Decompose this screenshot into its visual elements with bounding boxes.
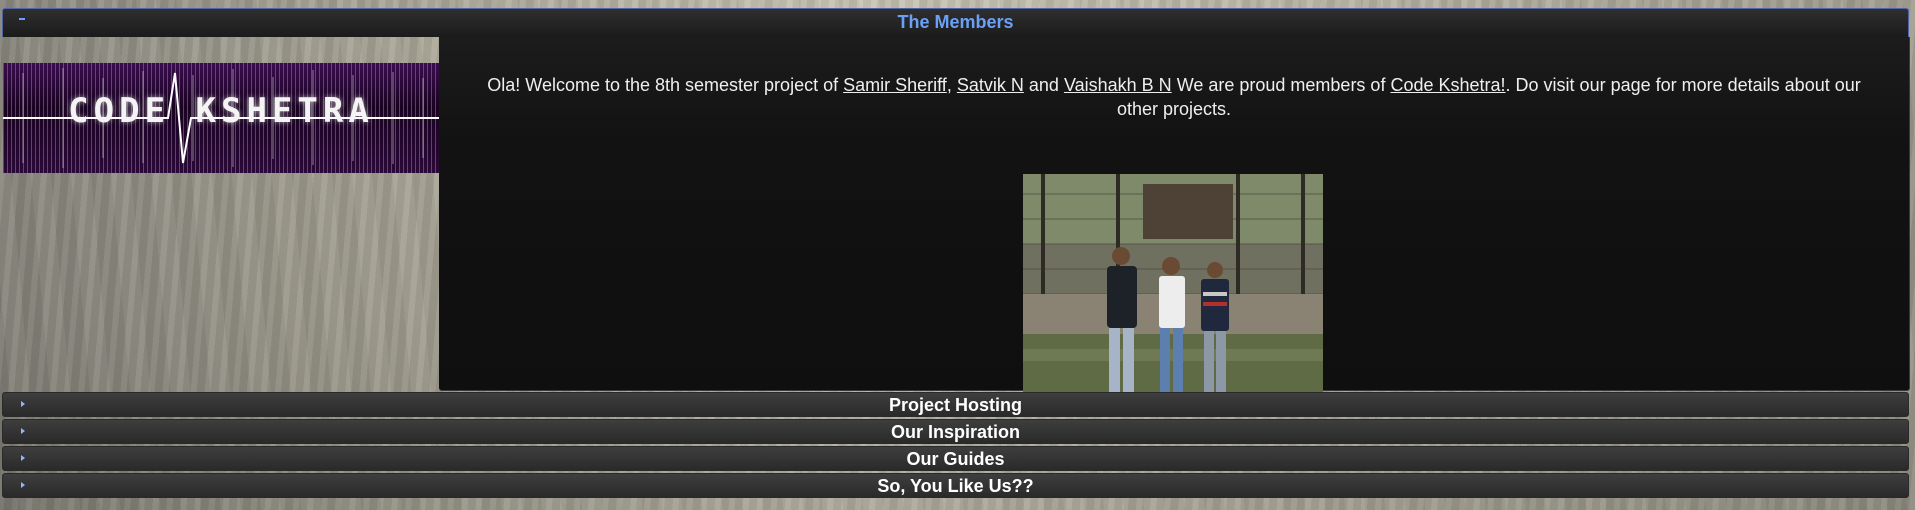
section-title-members: The Members	[897, 12, 1014, 32]
code-kshetra-logo: CODE KSHETRA	[3, 63, 439, 173]
section-header-so-you-like-us[interactable]: So, You Like Us??	[2, 473, 1909, 498]
intro-and: and	[1028, 75, 1059, 95]
section-header-project-hosting[interactable]: Project Hosting	[2, 392, 1909, 417]
section-title-our-guides: Our Guides	[906, 449, 1005, 469]
section-title-project-hosting: Project Hosting	[888, 395, 1022, 415]
intro-middle: We are proud members of	[1176, 75, 1386, 95]
intro-comma: ,	[946, 75, 952, 95]
section-body-members: CODE KSHETRA Ola! Welcome to the 8th sem…	[2, 37, 1910, 399]
section-title-our-inspiration: Our Inspiration	[890, 422, 1020, 442]
accordion: The Members CODE KSHETRA Ola! Welcome to…	[2, 8, 1910, 498]
member-link-vaishakh[interactable]: Vaishakh B N	[1064, 75, 1172, 95]
members-photo	[1023, 174, 1323, 399]
members-photo-graphic	[1023, 174, 1323, 399]
section-header-our-guides[interactable]: Our Guides	[2, 446, 1909, 471]
member-link-samir[interactable]: Samir Sheriff	[843, 75, 947, 95]
intro-prefix: Ola! Welcome to the 8th semester project…	[487, 75, 839, 95]
code-kshetra-link[interactable]: Code Kshetra!	[1390, 75, 1505, 95]
section-header-our-inspiration[interactable]: Our Inspiration	[2, 419, 1909, 444]
member-link-satvik[interactable]: Satvik N	[957, 75, 1024, 95]
logo-text: CODE KSHETRA	[68, 91, 374, 131]
section-header-members[interactable]: The Members	[2, 8, 1909, 37]
intro-text: Ola! Welcome to the 8th semester project…	[479, 73, 1869, 121]
section-title-so-you-like-us: So, You Like Us??	[877, 476, 1034, 496]
members-content-panel: Ola! Welcome to the 8th semester project…	[439, 37, 1910, 399]
